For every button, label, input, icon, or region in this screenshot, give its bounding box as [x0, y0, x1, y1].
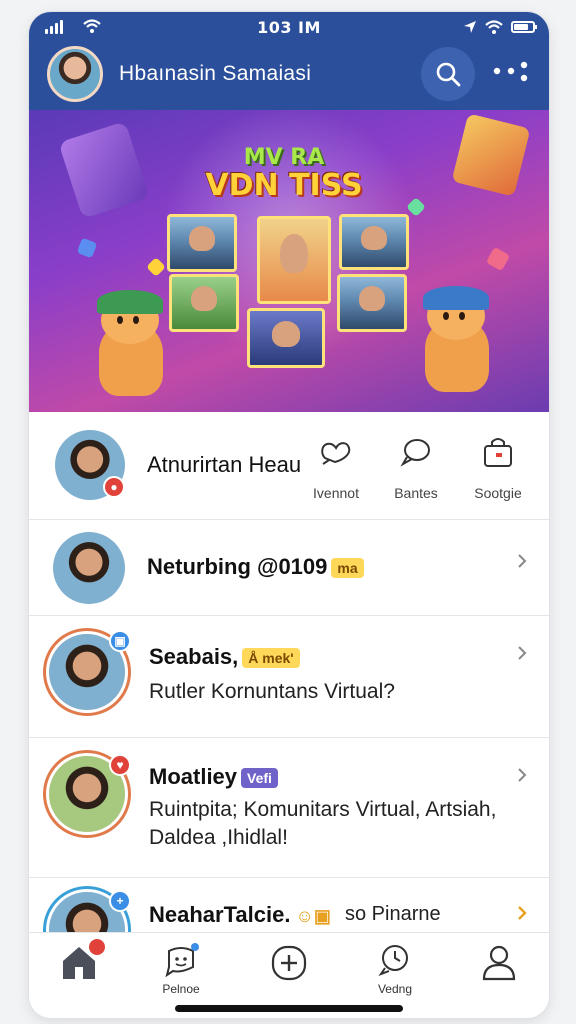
action-bantes[interactable]: Bantes — [381, 436, 451, 501]
item-title: Neturbing @0109 ma — [147, 554, 364, 580]
chevron-right-icon — [518, 646, 527, 660]
banner-photo — [167, 214, 237, 272]
notification-badge: ▣ — [109, 630, 131, 652]
home-indicator — [175, 1005, 403, 1012]
banner-title: MV RA VDN TISS — [205, 145, 363, 203]
profile-name: Atnurirtan Heau — [147, 452, 302, 477]
action-label: Ivennot — [313, 485, 359, 501]
nav-pelnoe[interactable]: Pelnoe — [141, 943, 221, 996]
nav-profile[interactable] — [459, 943, 539, 986]
chat-face-icon — [165, 943, 199, 978]
avatar — [53, 532, 125, 604]
status-bar: 103 IM — [29, 12, 549, 42]
list-item[interactable]: ♥ Moatliey Vefi Ruintpita; Komunitars Vir… — [29, 738, 549, 878]
mascot-left — [91, 290, 171, 400]
item-subtitle: Ruintpita; Komunitars Virtual, Artsiah, — [149, 798, 497, 821]
community-list: ● Atnurirtan Heau Ivennot Bantes Sootgie… — [29, 412, 549, 932]
item-title: NeaharTalcie. ☺▣ — [149, 902, 331, 927]
profile-row[interactable]: ● Atnurirtan Heau Ivennot Bantes Sootgie — [29, 412, 549, 520]
nav-home[interactable] — [39, 939, 119, 986]
action-ivennot[interactable]: Ivennot — [301, 436, 371, 501]
banner-photo — [257, 216, 331, 304]
item-tag: ma — [331, 558, 364, 579]
bottom-nav: Pelnoe Vedng — [29, 932, 549, 1018]
mascot-right — [417, 286, 497, 396]
search-button[interactable] — [421, 47, 475, 101]
sparkle — [406, 197, 426, 217]
sparkle — [76, 237, 98, 259]
app-header: Hbaınasin Samaiasi — [29, 42, 549, 110]
bag-icon — [484, 438, 512, 467]
search-icon — [436, 62, 461, 87]
chevron-right-icon — [518, 906, 527, 920]
page-title: Hbaınasin Samaiasi — [119, 62, 312, 85]
wifi-icon — [485, 20, 503, 34]
notification-badge — [89, 939, 105, 955]
item-tag: Vefi — [241, 768, 278, 789]
nav-label: Pelnoe — [162, 982, 200, 996]
phone-screen: 103 IM Hbaınasin Samaiasi MV RA VDN TISS… — [29, 12, 549, 1018]
item-subtitle-2: Daldea ,Ihidlal! — [149, 826, 288, 849]
notification-badge: ● — [103, 476, 125, 498]
location-arrow-icon — [464, 21, 476, 33]
clock-icon — [378, 945, 408, 977]
banner-photo — [337, 274, 407, 332]
sparkle — [485, 246, 511, 272]
banner-photo — [247, 308, 325, 368]
item-tag: Å mek' — [242, 648, 300, 669]
chevron-right-icon — [518, 768, 527, 782]
action-label: Bantes — [394, 485, 438, 501]
floating-cube — [451, 113, 531, 197]
action-sootgie[interactable]: Sootgie — [463, 436, 533, 501]
sparkle — [146, 257, 166, 277]
promo-banner[interactable]: MV RA VDN TISS — [29, 110, 549, 412]
item-subtitle: Rutler Kornuntans Virtual? — [149, 680, 395, 703]
item-subtitle: so Pinarne — [345, 903, 441, 925]
profile-avatar[interactable] — [47, 46, 103, 102]
chevron-right-icon — [518, 554, 527, 568]
heart-outline-icon — [321, 442, 351, 465]
list-item[interactable]: ▣ Seabais, Å mek' Rutler Kornuntans Virtu… — [29, 616, 549, 738]
nav-create[interactable] — [249, 943, 329, 988]
banner-photo — [169, 274, 239, 332]
nav-label: Vedng — [377, 982, 413, 996]
chat-bubble-icon — [400, 439, 430, 467]
battery-icon — [511, 21, 537, 33]
item-title: Seabais, Å mek' — [149, 644, 300, 670]
list-item[interactable]: Neturbing @0109 ma — [29, 520, 549, 616]
emoji-icon: ☺▣ — [290, 906, 331, 926]
notification-badge: ♥ — [109, 754, 131, 776]
item-title: Moatliey Vefi — [149, 764, 278, 790]
list-item[interactable]: + NeaharTalcie. ☺▣ so Pinarne — [29, 878, 549, 932]
nav-vedng[interactable]: Vedng — [355, 943, 435, 996]
more-dots-icon[interactable] — [491, 58, 531, 88]
notification-badge: + — [109, 890, 131, 912]
banner-photo — [339, 214, 409, 270]
profile-icon — [482, 945, 516, 981]
floating-cube — [58, 121, 150, 219]
action-label: Sootgie — [474, 485, 522, 501]
plus-circle-icon — [271, 945, 307, 981]
